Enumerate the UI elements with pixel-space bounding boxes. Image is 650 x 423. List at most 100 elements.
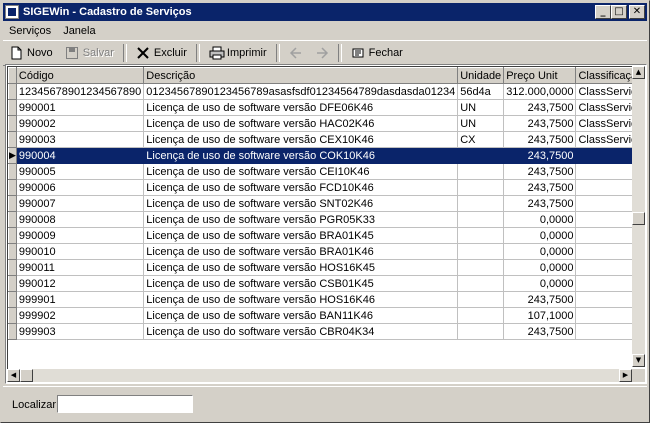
salvar-button[interactable]: Salvar [59, 43, 120, 63]
cell-descricao[interactable]: Licença de uso de software versão CSB01K… [143, 275, 459, 292]
cell-classificacao[interactable] [575, 211, 632, 228]
cell-preco[interactable]: 0,0000 [503, 275, 577, 292]
row-indicator[interactable] [8, 179, 17, 196]
close-button[interactable]: ✕ [629, 5, 645, 19]
cell-descricao[interactable]: Licença de uso do software versão CBR04K… [143, 323, 459, 340]
cell-classificacao[interactable] [575, 323, 632, 340]
cell-classificacao[interactable] [575, 195, 632, 212]
table-row[interactable]: 999903 Licença de uso do software versão … [8, 323, 632, 340]
maximize-button[interactable]: □ [611, 5, 627, 19]
cell-classificacao[interactable] [575, 179, 632, 196]
column-header-codigo[interactable]: Código [15, 67, 145, 84]
cell-preco[interactable]: 243,7500 [503, 291, 577, 308]
table-row[interactable]: 990006 Licença de uso de software versão … [8, 179, 632, 196]
cell-codigo[interactable]: 999902 [16, 307, 145, 324]
row-indicator[interactable] [8, 307, 17, 324]
cell-descricao[interactable]: Licença de uso de software versão HAC02K… [143, 115, 459, 132]
cell-classificacao[interactable] [575, 259, 632, 276]
cell-preco[interactable]: 0,0000 [503, 227, 577, 244]
table-row[interactable]: 999902 Licença de uso de software versão … [8, 307, 632, 324]
cell-preco[interactable]: 243,7500 [503, 131, 577, 148]
cell-codigo[interactable]: 990010 [16, 243, 145, 260]
cell-codigo[interactable]: 990006 [16, 179, 145, 196]
table-row[interactable]: 990005 Licença de uso de software versão … [8, 163, 632, 180]
forward-button[interactable] [309, 43, 335, 63]
cell-classificacao[interactable] [575, 275, 632, 292]
cell-unidade[interactable] [457, 211, 505, 228]
cell-classificacao[interactable]: ClassServiçoV65 [575, 83, 632, 100]
excluir-button[interactable]: Excluir [130, 43, 193, 63]
vertical-scrollbar[interactable]: ▲ ▼ [632, 66, 645, 367]
cell-preco[interactable]: 243,7500 [503, 147, 577, 164]
cell-preco[interactable]: 0,0000 [503, 259, 577, 276]
cell-codigo[interactable]: 990008 [16, 211, 145, 228]
cell-unidade[interactable] [457, 307, 505, 324]
row-indicator[interactable] [8, 163, 17, 180]
cell-preco[interactable]: 243,7500 [503, 99, 577, 116]
cell-classificacao[interactable] [575, 147, 632, 164]
table-row[interactable]: 990003 Licença de uso de software versão … [8, 131, 632, 148]
table-row[interactable]: 990007 Licença de uso de software versão … [8, 195, 632, 212]
cell-codigo[interactable]: 999901 [16, 291, 145, 308]
cell-codigo[interactable]: 12345678901234567890 [16, 83, 145, 100]
cell-descricao[interactable]: Licença de uso de software versão BAN11K… [143, 307, 459, 324]
cell-descricao[interactable]: Licença de uso de software versão HOS16K… [143, 291, 459, 308]
cell-classificacao[interactable]: ClassServiçoV68 [575, 99, 632, 116]
table-row[interactable]: 990001 Licença de uso de software versão … [8, 99, 632, 116]
column-header-classificacao[interactable]: Classificação [575, 67, 632, 84]
cell-unidade[interactable] [457, 323, 505, 340]
cell-preco[interactable]: 243,7500 [503, 163, 577, 180]
current-row-indicator[interactable]: ▶ [8, 147, 17, 164]
cell-classificacao[interactable] [575, 291, 632, 308]
cell-unidade[interactable]: 56d4a [457, 83, 505, 100]
row-indicator[interactable] [8, 243, 17, 260]
cell-codigo[interactable]: 990005 [16, 163, 145, 180]
cell-codigo[interactable]: 990002 [16, 115, 145, 132]
column-header-preco[interactable]: Preço Unit [503, 67, 577, 84]
app-icon[interactable] [5, 5, 19, 19]
cell-descricao[interactable]: Licença de uso de software versão CEX10K… [143, 131, 459, 148]
row-indicator[interactable] [8, 195, 17, 212]
cell-unidade[interactable] [457, 275, 505, 292]
column-header-unidade[interactable]: Unidade [457, 67, 505, 84]
scroll-left-button[interactable]: ◀ [7, 369, 20, 382]
cell-unidade[interactable] [457, 243, 505, 260]
cell-codigo[interactable]: 990007 [16, 195, 145, 212]
fechar-button[interactable]: Fechar [345, 43, 409, 63]
cell-unidade[interactable] [457, 227, 505, 244]
table-row[interactable]: ▶ 990004 Licença de uso de software versão… [8, 147, 632, 164]
cell-descricao[interactable]: Licença de uso de software versão CEI10K… [143, 163, 459, 180]
cell-preco[interactable]: 0,0000 [503, 243, 577, 260]
cell-codigo[interactable]: 990003 [16, 131, 145, 148]
cell-classificacao[interactable] [575, 163, 632, 180]
table-row[interactable]: 12345678901234567890 01234567890123456789… [8, 83, 632, 100]
row-indicator[interactable] [8, 259, 17, 276]
table-row[interactable]: 999901 Licença de uso de software versão … [8, 291, 632, 308]
table-row[interactable]: 990011 Licença de uso de software versão … [8, 259, 632, 276]
cell-classificacao[interactable]: ClassServiçoV65 [575, 131, 632, 148]
row-indicator[interactable] [8, 323, 17, 340]
cell-preco[interactable]: 243,7500 [503, 195, 577, 212]
horizontal-scroll-thumb[interactable] [20, 369, 33, 382]
localizar-input[interactable] [57, 395, 193, 413]
cell-descricao[interactable]: Licença de uso de software versão SNT02K… [143, 195, 459, 212]
cell-unidade[interactable]: CX [457, 131, 505, 148]
row-indicator[interactable] [8, 115, 17, 132]
novo-button[interactable]: Novo [3, 43, 59, 63]
cell-descricao[interactable]: Licença de uso de software versão BRA01K… [143, 227, 459, 244]
cell-codigo[interactable]: 990001 [16, 99, 145, 116]
title-bar[interactable]: SIGEWin - Cadastro de Serviços _ □ ✕ [3, 3, 647, 21]
scroll-up-button[interactable]: ▲ [632, 66, 645, 79]
row-indicator[interactable] [8, 83, 17, 100]
table-row[interactable]: 990009 Licença de uso de software versão … [8, 227, 632, 244]
column-header-descricao[interactable]: Descrição [143, 67, 459, 84]
cell-codigo[interactable]: 990004 [16, 147, 145, 164]
cell-codigo[interactable]: 999903 [16, 323, 145, 340]
cell-classificacao[interactable] [575, 243, 632, 260]
cell-unidade[interactable]: UN [457, 99, 505, 116]
table-row[interactable]: 990012 Licença de uso de software versão … [8, 275, 632, 292]
cell-preco[interactable]: 243,7500 [503, 323, 577, 340]
row-indicator[interactable] [8, 99, 17, 116]
scroll-down-button[interactable]: ▼ [632, 354, 645, 367]
cell-unidade[interactable] [457, 195, 505, 212]
